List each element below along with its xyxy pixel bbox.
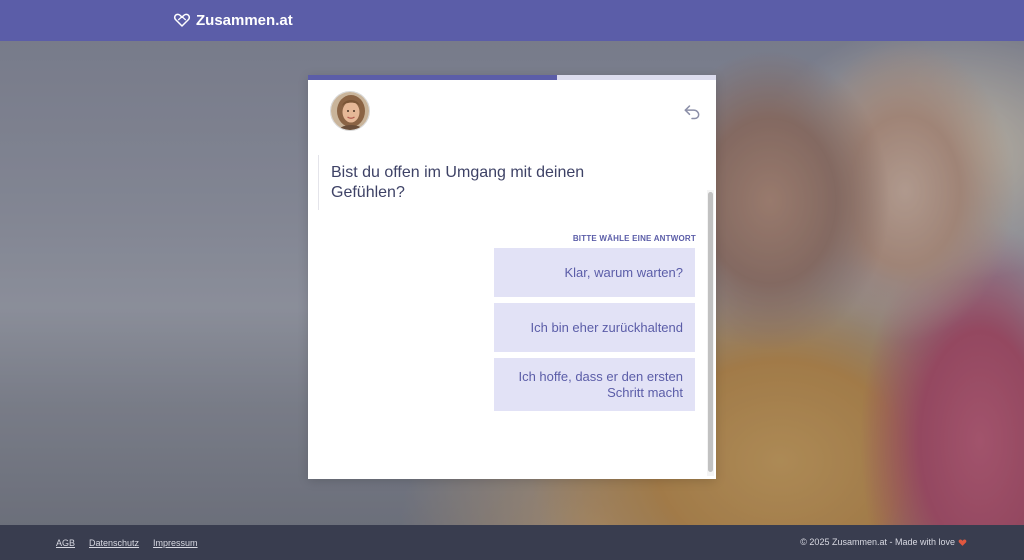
brand-name: Zusammen.at <box>196 11 293 29</box>
footer-link-impressum[interactable]: Impressum <box>153 538 198 548</box>
answer-option-3[interactable]: Ich hoffe, dass er den ersten Schritt ma… <box>494 358 695 411</box>
scrollbar-thumb[interactable] <box>708 192 713 472</box>
answer-option-2[interactable]: Ich bin eher zurückhaltend <box>494 303 695 352</box>
copyright: © 2025 Zusammen.at - Made with love <box>800 537 967 547</box>
answer-hint: BITTE WÄHLE EINE ANTWORT <box>572 234 696 243</box>
user-avatar <box>330 91 370 131</box>
answer-label: Ich hoffe, dass er den ersten Schritt ma… <box>518 368 683 400</box>
footer-links: AGB Datenschutz Impressum <box>56 538 198 548</box>
heart-infinity-icon <box>173 13 191 27</box>
answer-label: Klar, warum warten? <box>564 264 684 280</box>
question-block: Bist du offen im Umgang mit deinen Gefüh… <box>318 155 678 210</box>
progress-bar <box>308 75 716 80</box>
progress-fill <box>308 75 557 80</box>
footer-link-agb[interactable]: AGB <box>56 538 75 548</box>
answer-label: Ich bin eher zurückhaltend <box>530 319 683 335</box>
site-footer: AGB Datenschutz Impressum © 2025 Zusamme… <box>0 525 1024 560</box>
quiz-card: Bist du offen im Umgang mit deinen Gefüh… <box>308 75 716 479</box>
brand-logo[interactable]: Zusammen.at <box>173 10 293 30</box>
scrollbar[interactable] <box>707 190 714 476</box>
copyright-text: © 2025 Zusammen.at - Made with love <box>800 537 955 547</box>
answer-option-1[interactable]: Klar, warum warten? <box>494 248 695 297</box>
back-button[interactable] <box>682 101 702 121</box>
question-text: Bist du offen im Umgang mit deinen Gefüh… <box>331 164 585 201</box>
footer-link-datenschutz[interactable]: Datenschutz <box>89 538 139 548</box>
site-header: Zusammen.at <box>0 0 1024 41</box>
undo-arrow-icon <box>684 105 700 120</box>
heart-icon <box>958 539 967 546</box>
